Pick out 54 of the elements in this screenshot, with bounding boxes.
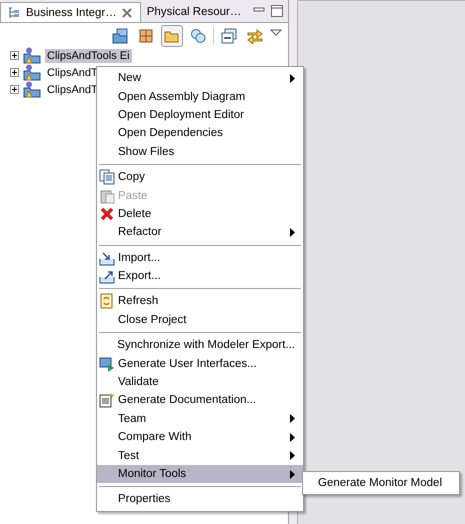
menu-item[interactable]: Test — [97, 446, 303, 465]
menu-item[interactable]: Copy — [97, 168, 303, 186]
view-menu-icon[interactable] — [270, 28, 282, 38]
project-label[interactable]: ClipsAndTools Ei — [45, 48, 132, 62]
menu-item[interactable]: Synchronize with Modeler Export... — [97, 336, 303, 354]
project-folder-icon — [22, 47, 42, 64]
paste-icon — [99, 188, 115, 204]
menu-item[interactable]: Validate — [97, 372, 303, 392]
expand-icon[interactable] — [10, 51, 19, 60]
expand-icon[interactable] — [10, 85, 19, 94]
menu-item[interactable]: Close Project — [97, 310, 303, 330]
menu-item[interactable]: Refresh — [97, 292, 303, 311]
circles-icon — [190, 28, 206, 44]
delete-icon — [99, 206, 115, 222]
menu-item[interactable]: Open Deployment Editor — [97, 106, 303, 124]
copy-icon — [99, 169, 115, 186]
menu-item[interactable]: Import... — [97, 248, 303, 267]
grid-icon — [138, 28, 154, 44]
menu-item[interactable]: Generate Monitor Model — [303, 474, 459, 492]
sync-arrows-icon — [247, 28, 263, 44]
close-icon[interactable] — [122, 8, 132, 18]
view-tab[interactable]: Business Integr… — [0, 2, 141, 22]
menu-item[interactable]: New — [97, 69, 303, 88]
menu-item[interactable]: Team — [97, 410, 303, 428]
refresh-icon — [99, 293, 115, 310]
menu-item[interactable]: Delete — [97, 204, 303, 224]
document-icon — [99, 392, 115, 408]
menu-item[interactable]: Compare With — [97, 428, 303, 446]
menu-item[interactable]: Refactor — [97, 223, 303, 242]
project-folder-icon — [22, 81, 42, 98]
menu-item[interactable]: Open Dependencies — [97, 124, 303, 143]
menu-item[interactable]: Show Files — [97, 142, 303, 161]
monitor-icon — [99, 356, 115, 372]
submenu-arrow-icon — [290, 74, 295, 83]
menu-item[interactable]: Properties — [97, 490, 303, 509]
submenu-arrow-icon — [290, 228, 295, 237]
menu-item[interactable]: Monitor Tools — [97, 464, 303, 484]
tab-label: Physical Resour… — [146, 6, 242, 18]
project-folder-icon — [22, 64, 42, 81]
tree-icon — [7, 6, 21, 20]
collapse-icon — [221, 28, 237, 44]
import-icon — [99, 250, 115, 266]
menu-item[interactable]: Export... — [97, 266, 303, 286]
project-label[interactable]: ClipsAndT — [45, 66, 100, 80]
project-label[interactable]: ClipsAndT — [45, 82, 100, 96]
view-tab[interactable]: Physical Resour… — [140, 2, 250, 22]
toolbar-button[interactable] — [161, 25, 183, 47]
menu-item[interactable]: Generate User Interfaces... — [97, 354, 303, 373]
menu-item[interactable]: Generate Documentation... — [97, 391, 303, 410]
folder-stack-icon — [112, 28, 128, 44]
maximize-icon[interactable] — [270, 4, 284, 18]
tab-label: Business Integr… — [26, 6, 117, 18]
expand-icon[interactable] — [10, 68, 19, 77]
menu-item[interactable]: Open Assembly Diagram — [97, 87, 303, 106]
